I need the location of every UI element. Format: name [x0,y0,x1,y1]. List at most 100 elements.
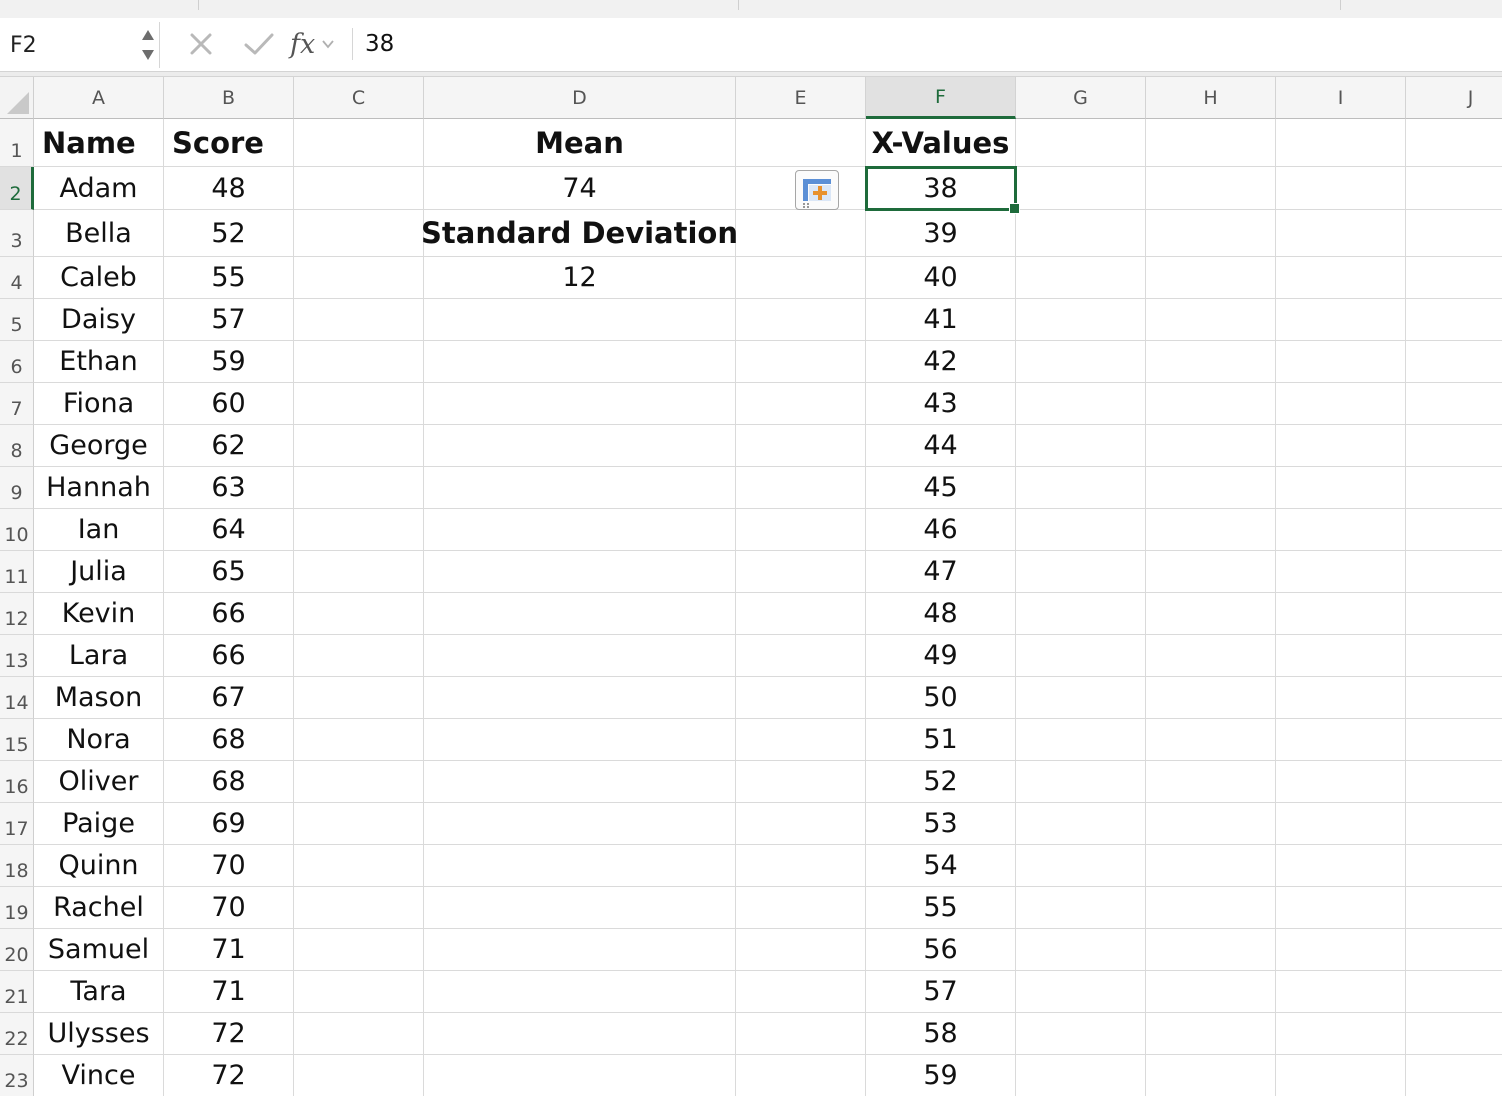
cell-c9[interactable] [294,467,424,509]
cell-b11[interactable]: 65 [164,551,294,593]
cell-h13[interactable] [1146,635,1276,677]
cell-c4[interactable] [294,257,424,299]
cell-e19[interactable] [736,887,866,929]
cell-d14[interactable] [424,677,736,719]
row-header-9[interactable]: 9 [0,467,34,509]
column-header-i[interactable]: I [1276,77,1406,119]
cell-f18[interactable]: 54 [866,845,1016,887]
cell-h16[interactable] [1146,761,1276,803]
select-all-button[interactable] [0,77,34,119]
cell-i20[interactable] [1276,929,1406,971]
column-header-d[interactable]: D [424,77,736,119]
cell-i9[interactable] [1276,467,1406,509]
cell-j4[interactable] [1406,257,1502,299]
cell-f10[interactable]: 46 [866,509,1016,551]
cell-g17[interactable] [1016,803,1146,845]
cell-f5[interactable]: 41 [866,299,1016,341]
cell-b12[interactable]: 66 [164,593,294,635]
cell-d8[interactable] [424,425,736,467]
row-header-23[interactable]: 23 [0,1055,34,1096]
cell-j11[interactable] [1406,551,1502,593]
row-header-14[interactable]: 14 [0,677,34,719]
cell-b7[interactable]: 60 [164,383,294,425]
cell-d16[interactable] [424,761,736,803]
row-header-22[interactable]: 22 [0,1013,34,1055]
cell-i14[interactable] [1276,677,1406,719]
cell-c8[interactable] [294,425,424,467]
cell-i7[interactable] [1276,383,1406,425]
cell-g6[interactable] [1016,341,1146,383]
cell-j7[interactable] [1406,383,1502,425]
cell-f22[interactable]: 58 [866,1013,1016,1055]
cell-d18[interactable] [424,845,736,887]
column-header-c[interactable]: C [294,77,424,119]
cell-a21[interactable]: Tara [34,971,164,1013]
cell-h11[interactable] [1146,551,1276,593]
cell-f14[interactable]: 50 [866,677,1016,719]
cell-e11[interactable] [736,551,866,593]
cell-g7[interactable] [1016,383,1146,425]
cell-g23[interactable] [1016,1055,1146,1096]
cell-f17[interactable]: 53 [866,803,1016,845]
cell-h2[interactable] [1146,167,1276,210]
cell-j5[interactable] [1406,299,1502,341]
cancel-x-icon[interactable] [186,24,216,64]
cell-d11[interactable] [424,551,736,593]
fx-icon[interactable]: fx [290,24,346,64]
cell-a16[interactable]: Oliver [34,761,164,803]
cell-i13[interactable] [1276,635,1406,677]
cell-c21[interactable] [294,971,424,1013]
row-header-12[interactable]: 12 [0,593,34,635]
row-header-8[interactable]: 8 [0,425,34,467]
cell-a3[interactable]: Bella [34,210,164,257]
row-header-4[interactable]: 4 [0,257,34,299]
cell-i8[interactable] [1276,425,1406,467]
cell-h7[interactable] [1146,383,1276,425]
cell-e22[interactable] [736,1013,866,1055]
cell-c3[interactable] [294,210,424,257]
cell-g5[interactable] [1016,299,1146,341]
cell-f21[interactable]: 57 [866,971,1016,1013]
cell-g16[interactable] [1016,761,1146,803]
row-header-19[interactable]: 19 [0,887,34,929]
cell-h20[interactable] [1146,929,1276,971]
row-header-13[interactable]: 13 [0,635,34,677]
cell-g11[interactable] [1016,551,1146,593]
cell-e17[interactable] [736,803,866,845]
cell-g9[interactable] [1016,467,1146,509]
cell-a17[interactable]: Paige [34,803,164,845]
cell-c23[interactable] [294,1055,424,1096]
cell-d5[interactable] [424,299,736,341]
name-box[interactable]: F2 [0,22,160,68]
cell-b20[interactable]: 71 [164,929,294,971]
cell-f11[interactable]: 47 [866,551,1016,593]
cell-c6[interactable] [294,341,424,383]
cell-a1[interactable]: Name [34,119,164,167]
cell-j19[interactable] [1406,887,1502,929]
column-header-j[interactable]: J [1406,77,1502,119]
column-header-h[interactable]: H [1146,77,1276,119]
cell-b4[interactable]: 55 [164,257,294,299]
cell-h23[interactable] [1146,1055,1276,1096]
cell-b8[interactable]: 62 [164,425,294,467]
cell-e21[interactable] [736,971,866,1013]
cell-c18[interactable] [294,845,424,887]
cell-a20[interactable]: Samuel [34,929,164,971]
cell-h18[interactable] [1146,845,1276,887]
cell-i22[interactable] [1276,1013,1406,1055]
cell-h19[interactable] [1146,887,1276,929]
cell-d22[interactable] [424,1013,736,1055]
cell-e5[interactable] [736,299,866,341]
cell-e20[interactable] [736,929,866,971]
cell-d19[interactable] [424,887,736,929]
row-header-18[interactable]: 18 [0,845,34,887]
cell-c5[interactable] [294,299,424,341]
cell-h21[interactable] [1146,971,1276,1013]
cell-a14[interactable]: Mason [34,677,164,719]
cell-f16[interactable]: 52 [866,761,1016,803]
cell-g19[interactable] [1016,887,1146,929]
cell-g1[interactable] [1016,119,1146,167]
name-box-value[interactable]: F2 [10,33,37,58]
cell-g2[interactable] [1016,167,1146,210]
cell-c7[interactable] [294,383,424,425]
